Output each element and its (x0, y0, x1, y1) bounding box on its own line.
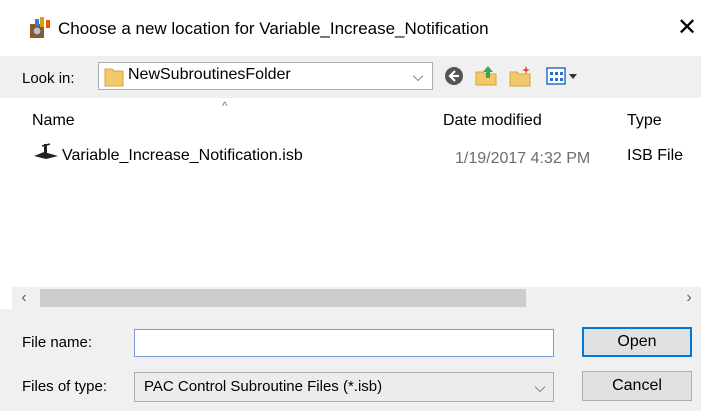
file-row-name[interactable]: Variable_Increase_Notification.isb (62, 147, 303, 165)
column-header-date-modified[interactable]: Date modified (443, 112, 542, 130)
column-header-type[interactable]: Type (627, 112, 662, 130)
lookin-label: Look in: (22, 70, 75, 87)
filename-label: File name: (22, 334, 93, 351)
cancel-button[interactable]: Cancel (582, 371, 692, 401)
sort-indicator: ^ (222, 99, 228, 113)
filename-input[interactable] (134, 329, 554, 357)
file-row-type: ISB File (627, 147, 684, 164)
view-menu-icon[interactable] (545, 64, 583, 88)
scroll-right-icon[interactable]: › (679, 288, 699, 308)
back-icon[interactable] (442, 64, 466, 88)
chevron-down-icon[interactable]: ⌵ (530, 377, 550, 397)
app-gear-icon (30, 17, 50, 38)
folder-icon (104, 68, 124, 87)
filetype-label: Files of type: (22, 378, 108, 395)
chevron-down-icon[interactable]: ⌵ (408, 65, 428, 87)
open-button[interactable]: Open (582, 327, 692, 357)
lookin-value: NewSubroutinesFolder (128, 66, 291, 83)
filetype-value: PAC Control Subroutine Files (*.isb) (144, 378, 383, 395)
new-folder-icon[interactable] (508, 64, 532, 88)
scrollbar-thumb[interactable] (40, 289, 526, 307)
isb-file-icon (34, 143, 58, 159)
close-button[interactable]: ✕ (673, 12, 701, 44)
dialog-title: Choose a new location for Variable_Incre… (58, 19, 489, 38)
file-list[interactable] (12, 99, 701, 279)
file-row-date: 1/19/2017 4:32 PM (455, 150, 591, 167)
scroll-left-icon[interactable]: ‹ (14, 288, 34, 308)
column-header-name[interactable]: Name (32, 112, 75, 130)
up-folder-icon[interactable] (474, 63, 498, 87)
